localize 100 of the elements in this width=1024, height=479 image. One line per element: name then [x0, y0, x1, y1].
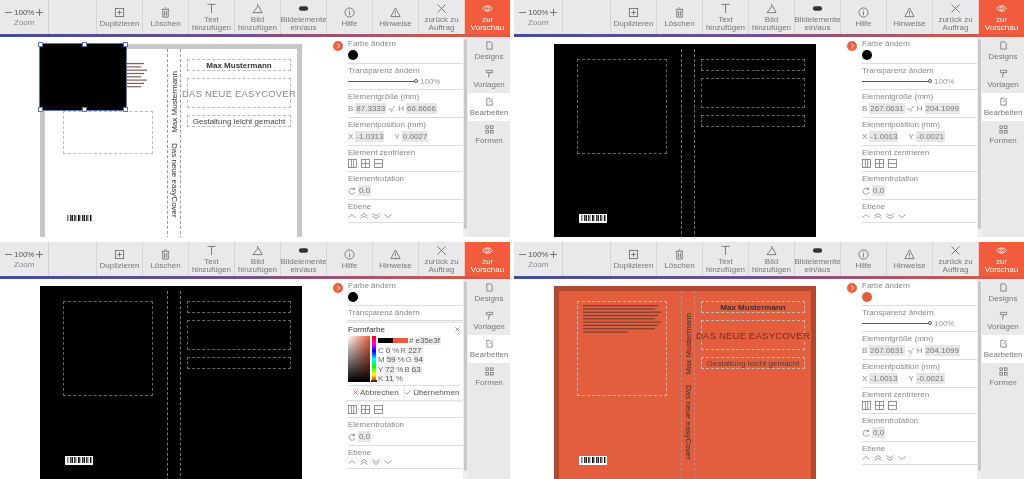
link-icon[interactable] [906, 104, 915, 113]
apply-button[interactable]: Übernehmen [403, 387, 460, 398]
collapse-button[interactable] [333, 283, 343, 293]
chevron-up-icon[interactable] [348, 213, 356, 219]
toolbar-button[interactable]: zur Vorschau [978, 242, 1024, 276]
input-field[interactable]: 0,0 [358, 431, 372, 442]
center-vertical-icon[interactable] [348, 159, 357, 168]
color-swatch[interactable] [862, 50, 872, 60]
text-frame[interactable] [701, 78, 805, 108]
channel-field[interactable]: 11 [384, 374, 395, 383]
input-field[interactable]: -0.0021 [915, 373, 945, 384]
link-icon[interactable] [906, 346, 915, 355]
sidebar-tab[interactable]: Bearbeiten [468, 335, 510, 363]
center-both-icon[interactable] [875, 401, 884, 410]
toolbar-button[interactable]: zur Vorschau [978, 0, 1024, 34]
chevron-up-icon[interactable] [862, 213, 870, 219]
toolbar-button[interactable]: zur Vorschau [464, 0, 510, 34]
center-vertical-icon[interactable] [862, 159, 871, 168]
rotate-icon[interactable] [348, 186, 356, 195]
channel-field[interactable]: 59 [385, 355, 397, 364]
scrollbar[interactable] [463, 37, 468, 237]
input-field[interactable]: 204.1099 [924, 103, 960, 114]
rotate-icon[interactable] [862, 186, 870, 195]
sidebar-tab[interactable]: Formen [468, 363, 510, 391]
sidebar-tab[interactable]: Formen [468, 121, 510, 149]
sidebar-tab[interactable]: Vorlagen [468, 65, 510, 93]
scrollbar[interactable] [977, 279, 982, 479]
input-field[interactable]: -1.0013 [869, 373, 899, 384]
sidebar-tab[interactable]: Formen [982, 363, 1024, 391]
text-frame[interactable] [701, 115, 805, 127]
chevron-up-icon[interactable] [348, 459, 356, 465]
text-frame[interactable] [187, 301, 291, 313]
text-frame[interactable] [577, 59, 667, 154]
input-field[interactable]: 87.3333 [355, 103, 387, 114]
sidebar-tab[interactable]: Bearbeiten [468, 93, 510, 121]
rotate-icon[interactable] [862, 428, 870, 437]
channel-field[interactable]: 94 [412, 355, 424, 364]
sidebar-tab[interactable]: Designs [468, 37, 510, 65]
double-chevron-up-icon[interactable] [874, 213, 882, 219]
input-field[interactable]: 0.0027 [401, 131, 429, 142]
center-vertical-icon[interactable] [862, 401, 871, 410]
chevron-down-icon[interactable] [898, 213, 906, 219]
center-both-icon[interactable] [875, 159, 884, 168]
sidebar-tab[interactable]: Vorlagen [982, 307, 1024, 335]
color-swatch[interactable] [862, 292, 872, 302]
double-chevron-down-icon[interactable] [886, 213, 894, 219]
text-frame[interactable]: Gestaltung leicht gemacht [187, 115, 291, 127]
text-frame[interactable]: Max Mustermann [187, 59, 291, 71]
channel-field[interactable]: 72 [384, 364, 396, 374]
input-field[interactable]: -0.0021 [915, 131, 945, 142]
cancel-button[interactable]: Abbrechen [348, 387, 404, 398]
close-icon[interactable] [455, 327, 460, 332]
scrollbar[interactable] [977, 37, 982, 237]
color-swatch[interactable] [348, 50, 358, 60]
sidebar-tab[interactable]: Vorlagen [468, 307, 510, 335]
chevron-up-icon[interactable] [862, 455, 870, 461]
chevron-down-icon[interactable] [898, 455, 906, 461]
double-chevron-down-icon[interactable] [372, 213, 380, 219]
chevron-down-icon[interactable] [384, 213, 392, 219]
center-horizontal-icon[interactable] [374, 405, 383, 414]
text-frame[interactable]: Max Mustermann [701, 301, 805, 313]
text-frame[interactable] [187, 320, 291, 350]
text-frame[interactable]: Gestaltung leicht gemacht [701, 357, 805, 369]
text-frame[interactable] [187, 357, 291, 369]
sidebar-tab[interactable]: Formen [982, 121, 1024, 149]
input-field[interactable]: -1.0313 [355, 131, 385, 142]
zoom-in-icon[interactable] [36, 250, 44, 258]
center-horizontal-icon[interactable] [374, 159, 383, 168]
text-frame[interactable] [701, 59, 805, 71]
zoom-in-icon[interactable] [36, 8, 44, 16]
toolbar-button[interactable]: zur Vorschau [464, 242, 510, 276]
input-field[interactable]: 204.1099 [924, 345, 960, 356]
double-chevron-down-icon[interactable] [886, 455, 894, 461]
collapse-button[interactable] [333, 41, 343, 51]
link-icon[interactable] [388, 104, 397, 113]
sidebar-tab[interactable]: Vorlagen [982, 65, 1024, 93]
rotate-icon[interactable] [348, 432, 356, 441]
center-both-icon[interactable] [361, 159, 370, 168]
zoom-in-icon[interactable] [550, 8, 558, 16]
double-chevron-down-icon[interactable] [372, 459, 380, 465]
center-both-icon[interactable] [361, 405, 370, 414]
input-field[interactable]: 0,0 [872, 185, 886, 196]
chevron-down-icon[interactable] [384, 459, 392, 465]
color-swatch[interactable] [348, 292, 358, 302]
double-chevron-up-icon[interactable] [360, 213, 368, 219]
double-chevron-up-icon[interactable] [360, 459, 368, 465]
input-field[interactable]: 0,0 [358, 185, 372, 196]
collapse-button[interactable] [847, 41, 857, 51]
center-horizontal-icon[interactable] [888, 159, 897, 168]
sidebar-tab[interactable]: Designs [982, 37, 1024, 65]
sidebar-tab[interactable]: Designs [468, 279, 510, 307]
center-vertical-icon[interactable] [348, 405, 357, 414]
channel-field[interactable]: 63 [410, 364, 422, 374]
channel-field[interactable]: 0 [384, 345, 392, 355]
input-field[interactable]: -1.0013 [869, 131, 899, 142]
input-field[interactable]: 267.0631 [869, 103, 905, 114]
hex-field[interactable]: e35e3f [414, 336, 441, 345]
double-chevron-up-icon[interactable] [874, 455, 882, 461]
collapse-button[interactable] [847, 283, 857, 293]
center-horizontal-icon[interactable] [888, 401, 897, 410]
